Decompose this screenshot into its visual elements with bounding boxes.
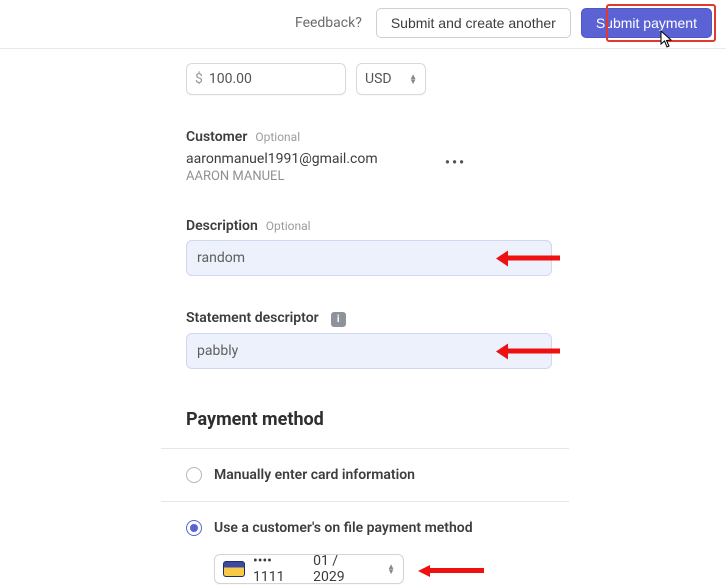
currency-select[interactable]: USD ▲▼ <box>356 63 426 95</box>
more-icon[interactable]: ••• <box>445 151 466 171</box>
amount-row: $ 100.00 USD ▲▼ <box>186 63 726 95</box>
description-value: random <box>197 250 245 266</box>
radio-label-manual: Manually enter card information <box>214 467 415 483</box>
info-icon[interactable]: i <box>331 312 346 327</box>
amount-input[interactable]: $ 100.00 <box>186 63 346 95</box>
feedback-link[interactable]: Feedback? <box>295 15 362 31</box>
customer-optional: Optional <box>255 130 300 144</box>
radio-option-manual[interactable]: Manually enter card information <box>186 449 566 501</box>
radio-option-on-file[interactable]: Use a customer's on file payment method <box>186 502 566 554</box>
form-container: $ 100.00 USD ▲▼ Customer Optional aaronm… <box>0 63 726 584</box>
arrow-annotation <box>424 568 484 573</box>
customer-section: Customer Optional aaronmanuel1991@gmail.… <box>186 129 552 184</box>
stepper-icon: ▲▼ <box>387 564 395 574</box>
submit-payment-button[interactable]: Submit payment <box>581 8 712 38</box>
radio-icon <box>186 520 202 536</box>
description-optional: Optional <box>266 219 311 233</box>
radio-label-on-file: Use a customer's on file payment method <box>214 520 473 536</box>
customer-name: AARON MANUEL <box>186 169 378 184</box>
statement-value: pabbly <box>197 343 238 359</box>
payment-method-section: Payment method Manually enter card infor… <box>186 409 566 584</box>
payment-method-heading: Payment method <box>186 409 566 430</box>
currency-code: USD <box>365 71 392 87</box>
submit-and-create-another-button[interactable]: Submit and create another <box>376 8 571 38</box>
card-masked: •••• 1111 <box>253 553 305 585</box>
description-label: Description <box>186 218 258 234</box>
customer-label: Customer <box>186 129 247 145</box>
top-bar: Feedback? Submit and create another Subm… <box>0 0 726 49</box>
arrow-annotation <box>500 349 560 354</box>
amount-value: 100.00 <box>209 71 252 87</box>
description-section: Description Optional random <box>186 218 552 276</box>
arrow-annotation <box>500 256 560 261</box>
currency-symbol: $ <box>195 71 203 87</box>
customer-email: aaronmanuel1991@gmail.com <box>186 151 378 167</box>
saved-card-select[interactable]: •••• 1111 01 / 2029 ▲▼ <box>214 554 404 584</box>
radio-icon <box>186 467 202 483</box>
stepper-icon: ▲▼ <box>409 74 417 84</box>
card-brand-icon <box>223 561 245 577</box>
card-expiry: 01 / 2029 <box>313 553 371 585</box>
statement-section: Statement descriptor i pabbly <box>186 310 552 369</box>
statement-label: Statement descriptor <box>186 310 319 326</box>
